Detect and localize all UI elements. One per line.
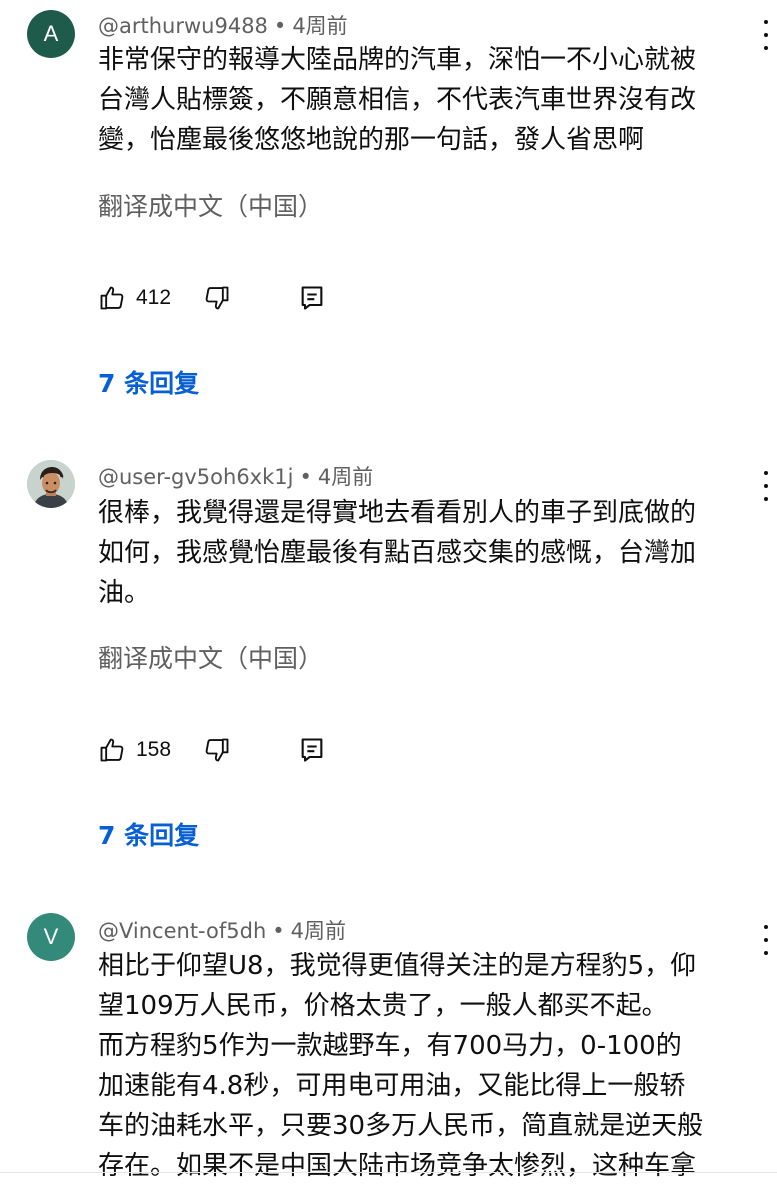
- thumbs-down-icon[interactable]: [203, 284, 231, 312]
- comment-text-line: 油。: [98, 578, 151, 608]
- reply-icon[interactable]: [299, 284, 325, 312]
- comment-text: 很棒，我覺得還是得實地去看看別人的車子到底做的 如何，我感覺怡塵最後有點百感交集…: [98, 493, 758, 613]
- more-vertical-icon[interactable]: [760, 471, 772, 501]
- comment-text: 非常保守的報導大陸品牌的汽車，深怕一不小心就被 台灣人貼標簽，不願意相信，不代表…: [98, 40, 758, 160]
- like-count: 412: [136, 286, 172, 309]
- thumbs-down-icon[interactable]: [203, 736, 231, 764]
- translate-link[interactable]: 翻译成中文（中国）: [98, 187, 323, 223]
- replies-link[interactable]: 7 条回复: [98, 816, 199, 852]
- reply-icon[interactable]: [299, 736, 325, 764]
- comment-text-line: 如何，我感覺怡塵最後有點百感交集的感慨，台灣加: [98, 538, 697, 568]
- comment-meta: @Vincent-of5dh • 4周前: [98, 915, 346, 945]
- avatar-letter: A: [43, 21, 59, 46]
- translate-link[interactable]: 翻译成中文（中国）: [98, 639, 323, 675]
- comment-text-line: 望109万人民币，价格太贵了，一般人都买不起。: [98, 991, 668, 1021]
- avatar-letter: V: [43, 924, 59, 949]
- comment-text-line: 相比于仰望U8，我觉得更值得关注的是方程豹5，仰: [98, 951, 697, 981]
- avatar[interactable]: [27, 460, 75, 508]
- more-vertical-icon[interactable]: [760, 925, 772, 955]
- like-count: 158: [136, 738, 172, 761]
- comment-meta: @arthurwu9488 • 4周前: [98, 10, 348, 40]
- comment-text-line: 台灣人貼標簽，不願意相信，不代表汽車世界沒有改: [98, 85, 697, 115]
- more-vertical-icon[interactable]: [760, 20, 772, 50]
- comment-text-line: 很棒，我覺得還是得實地去看看別人的車子到底做的: [98, 498, 697, 528]
- comment-text-line: 车的油耗水平，只要30多万人民币，简直就是逆天般: [98, 1111, 704, 1141]
- comment-text-line: 非常保守的報導大陸品牌的汽車，深怕一不小心就被: [98, 45, 697, 75]
- comment-text-line: 變，怡塵最後悠悠地說的那一句話，發人省思啊: [98, 125, 645, 155]
- comment-text-line: 加速能有4.8秒，可用电可用油，又能比得上一般轿: [98, 1071, 686, 1101]
- replies-link[interactable]: 7 条回复: [98, 364, 199, 400]
- comment-actions: 158: [98, 733, 325, 767]
- meta-separator: •: [273, 14, 287, 38]
- comment-text-line: 而方程豹5作为一款越野车，有700马力，0-100的: [98, 1031, 682, 1061]
- author-name[interactable]: @Vincent-of5dh: [98, 919, 266, 943]
- author-name[interactable]: @user-gv5oh6xk1j: [98, 465, 293, 489]
- avatar[interactable]: V: [27, 913, 75, 961]
- thumbs-up-icon: [98, 284, 126, 312]
- comment-meta: @user-gv5oh6xk1j • 4周前: [98, 461, 373, 491]
- meta-separator: •: [299, 465, 312, 489]
- like-button[interactable]: 158: [98, 736, 171, 764]
- thumbs-up-icon: [98, 736, 126, 764]
- author-name[interactable]: @arthurwu9488: [98, 14, 268, 38]
- meta-separator: •: [272, 919, 285, 943]
- avatar[interactable]: A: [27, 10, 75, 58]
- comment-text: 相比于仰望U8，我觉得更值得关注的是方程豹5，仰 望109万人民币，价格太贵了，…: [98, 946, 758, 1186]
- comment-time[interactable]: 4周前: [318, 465, 373, 489]
- comment-time[interactable]: 4周前: [291, 919, 346, 943]
- comment-actions: 412: [98, 281, 325, 315]
- divider: [0, 1172, 777, 1173]
- user-portrait-icon: [27, 460, 75, 508]
- comment-text-line: 存在。如果不是中国大陆市场竞争太惨烈，这种车拿: [98, 1151, 697, 1181]
- like-button[interactable]: 412: [98, 284, 171, 312]
- comment-time[interactable]: 4周前: [292, 14, 347, 38]
